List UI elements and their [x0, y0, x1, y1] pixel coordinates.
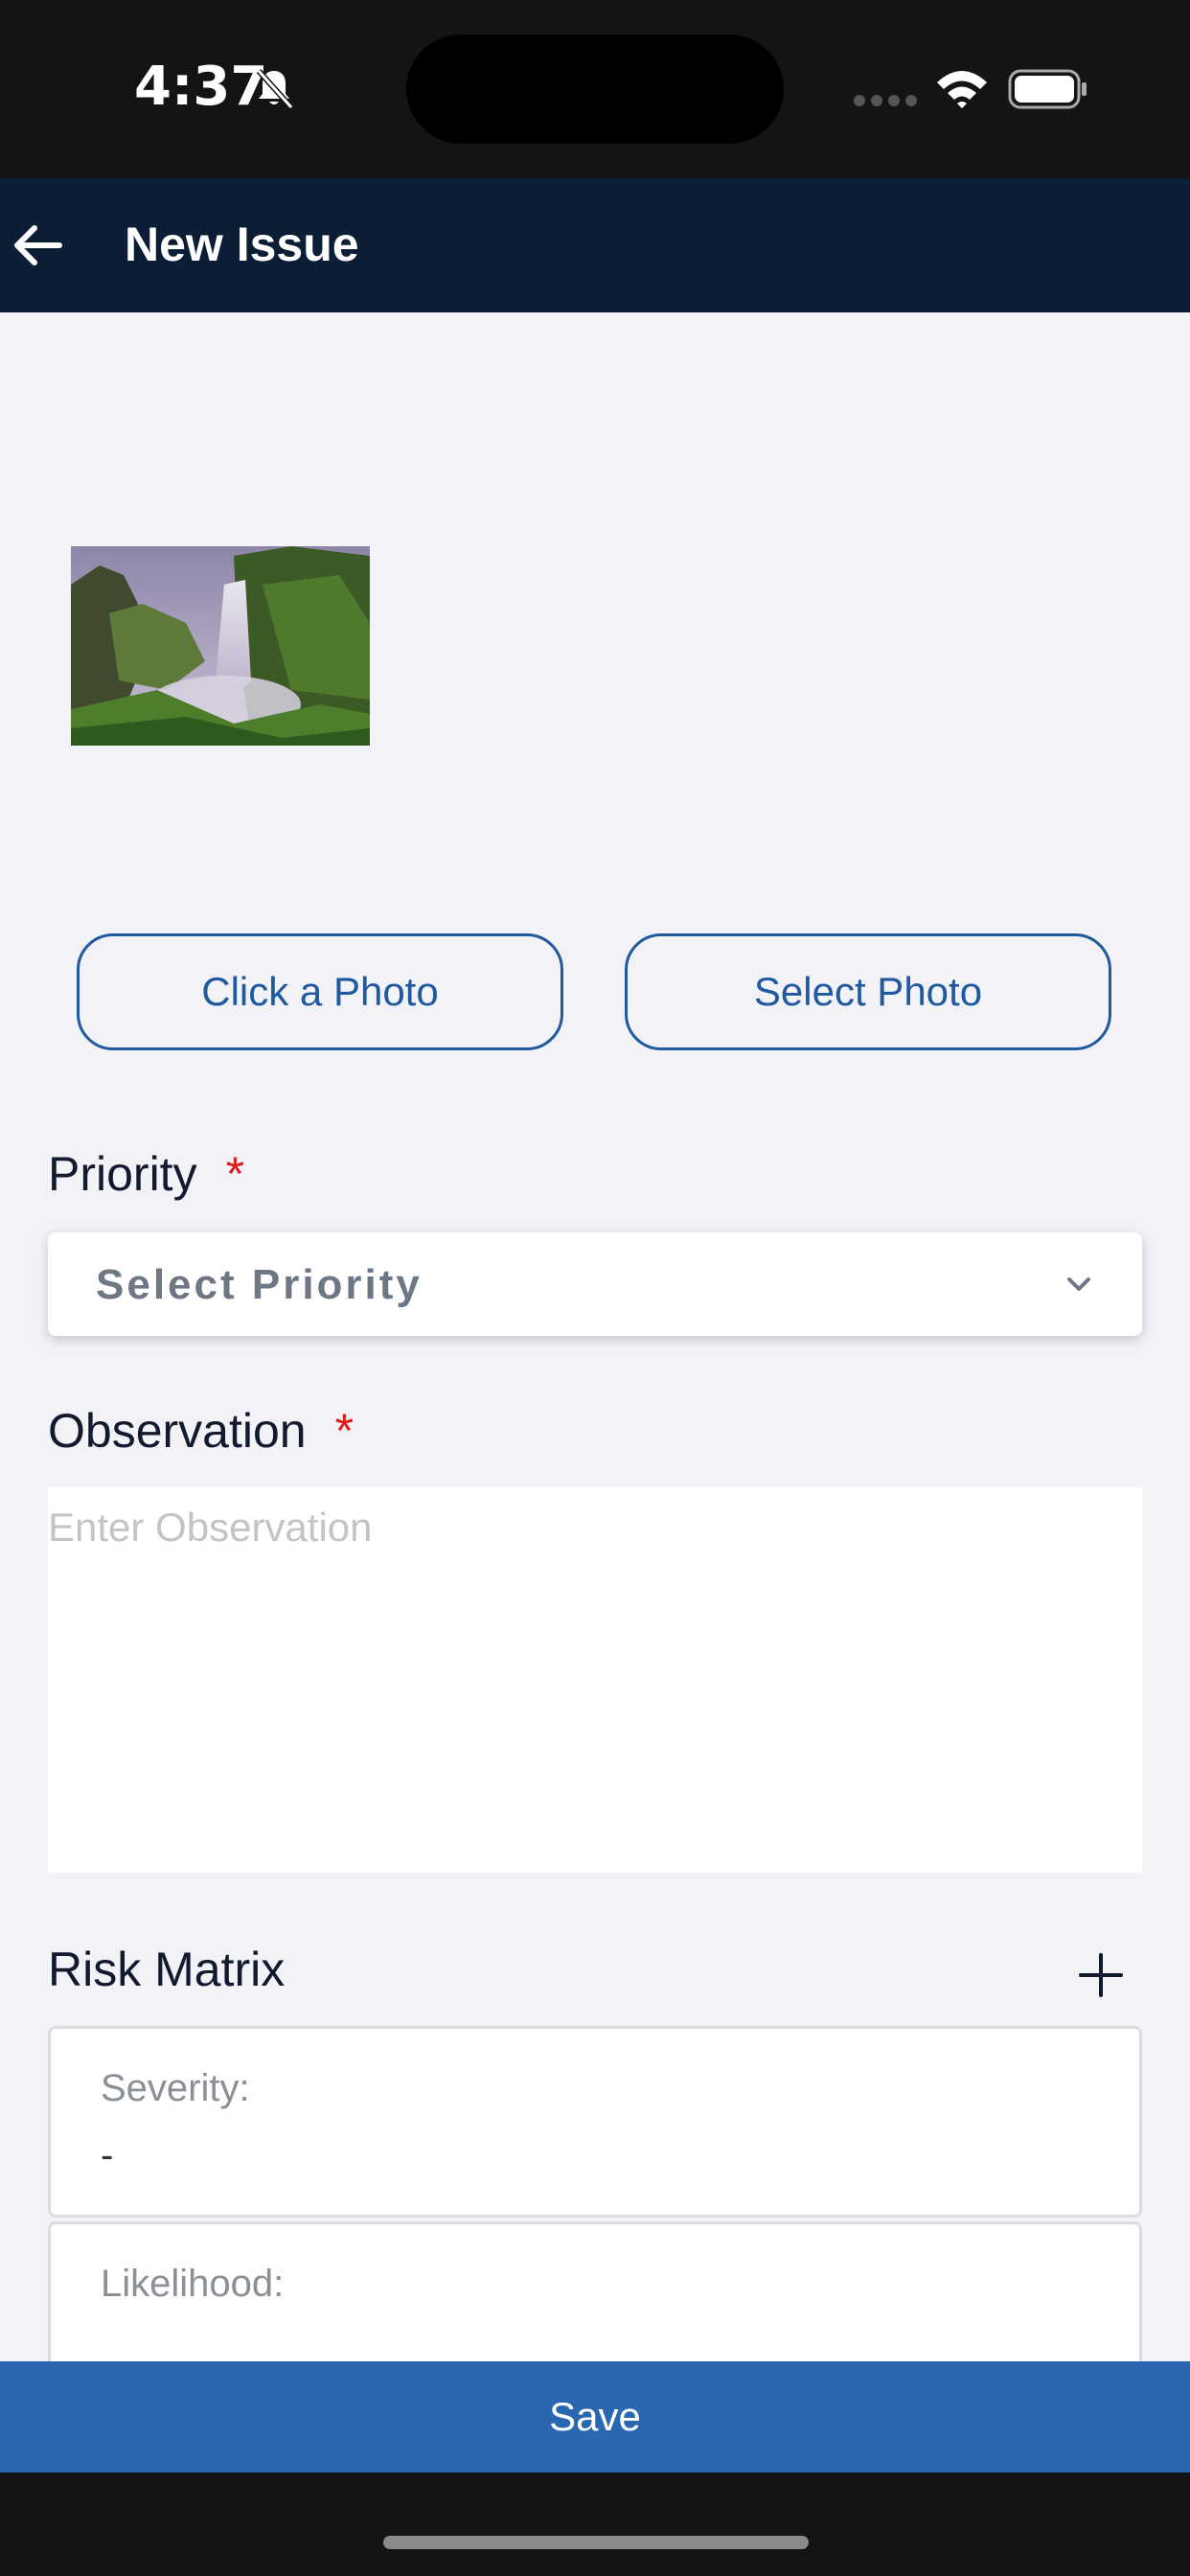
- dynamic-island: [406, 34, 784, 144]
- observation-input[interactable]: [48, 1487, 1142, 1873]
- click-photo-button[interactable]: Click a Photo: [77, 933, 563, 1050]
- back-arrow-icon[interactable]: [8, 217, 65, 274]
- save-button[interactable]: Save: [0, 2361, 1190, 2472]
- select-photo-button[interactable]: Select Photo: [625, 933, 1111, 1050]
- home-indicator-area: [0, 2472, 1190, 2576]
- wifi-icon: [937, 71, 987, 108]
- priority-label: Priority: [48, 1147, 197, 1201]
- likelihood-card[interactable]: Likelihood:: [48, 2221, 1142, 2375]
- status-time: 4:37: [134, 56, 268, 118]
- bell-slash-icon: [256, 68, 294, 110]
- likelihood-label: Likelihood:: [101, 2263, 285, 2305]
- photo-thumbnail[interactable]: [71, 546, 370, 746]
- severity-card[interactable]: Severity: -: [48, 2026, 1142, 2218]
- priority-select-value: Select Priority: [96, 1261, 423, 1308]
- home-indicator[interactable]: [383, 2536, 809, 2549]
- waterfall-image: [71, 546, 370, 746]
- severity-label: Severity:: [101, 2067, 250, 2109]
- status-bar: 4:37: [0, 0, 1190, 178]
- cellular-signal-icon: [854, 95, 917, 106]
- severity-value: -: [101, 2134, 114, 2176]
- risk-matrix-label: Risk Matrix: [48, 1943, 286, 1996]
- priority-label-row: Priority *: [48, 1146, 244, 1202]
- required-marker: *: [225, 1147, 245, 1201]
- priority-select[interactable]: Select Priority: [48, 1232, 1142, 1336]
- page-title: New Issue: [125, 218, 359, 271]
- observation-label: Observation: [48, 1404, 307, 1458]
- chevron-down-icon: [1067, 1277, 1090, 1291]
- nav-bar: New Issue: [0, 178, 1190, 312]
- required-marker: *: [334, 1404, 355, 1458]
- plus-icon[interactable]: [1077, 1951, 1125, 1999]
- battery-icon: [1008, 69, 1087, 109]
- observation-label-row: Observation *: [48, 1403, 354, 1459]
